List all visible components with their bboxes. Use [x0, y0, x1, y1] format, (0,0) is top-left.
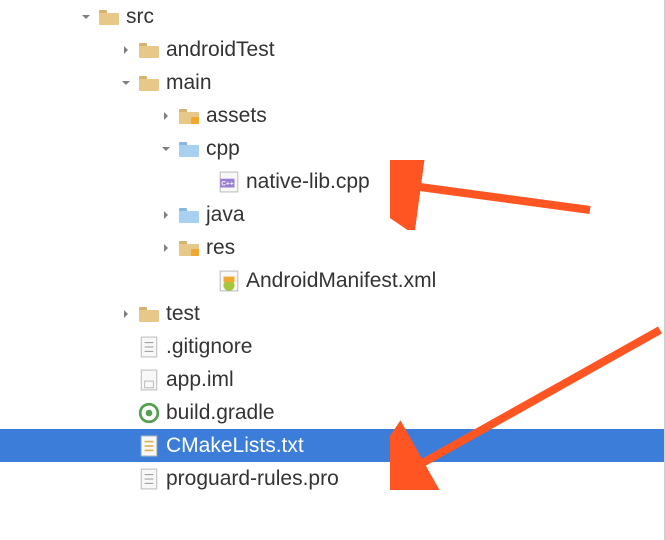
tree-label: test [166, 302, 200, 326]
tree-item-test[interactable]: test [0, 297, 666, 330]
text-file-icon [138, 337, 160, 357]
text-file-icon [138, 469, 160, 489]
tree-label: main [166, 71, 212, 95]
tree-item-src[interactable]: src [0, 0, 666, 33]
tree-item-cmakelists[interactable]: CMakeLists.txt [0, 429, 666, 462]
tree-label: androidTest [166, 38, 275, 62]
tree-item-androidtest[interactable]: androidTest [0, 33, 666, 66]
folder-source-icon [178, 139, 200, 159]
tree-label: app.iml [166, 368, 234, 392]
chevron-down-icon[interactable] [78, 9, 94, 25]
folder-icon [138, 304, 160, 324]
tree-item-cpp[interactable]: cpp [0, 132, 666, 165]
folder-resources-icon [178, 106, 200, 126]
tree-label: CMakeLists.txt [166, 434, 304, 458]
chevron-right-icon[interactable] [118, 42, 134, 58]
folder-icon [98, 7, 120, 27]
tree-item-nativelib[interactable]: C++ native-lib.cpp [0, 165, 666, 198]
tree-item-res[interactable]: res [0, 231, 666, 264]
tree-label: src [126, 5, 154, 29]
tree-label: build.gradle [166, 401, 275, 425]
folder-icon [138, 73, 160, 93]
tree-label: proguard-rules.pro [166, 467, 339, 491]
tree-item-gitignore[interactable]: .gitignore [0, 330, 666, 363]
tree-item-main[interactable]: main [0, 66, 666, 99]
iml-file-icon [138, 370, 160, 390]
tree-label: .gitignore [166, 335, 252, 359]
tree-item-assets[interactable]: assets [0, 99, 666, 132]
tree-item-proguard[interactable]: proguard-rules.pro [0, 462, 666, 495]
tree-label: native-lib.cpp [246, 170, 370, 194]
chevron-down-icon[interactable] [158, 141, 174, 157]
android-manifest-icon [218, 271, 240, 291]
chevron-right-icon[interactable] [158, 240, 174, 256]
tree-item-java[interactable]: java [0, 198, 666, 231]
chevron-right-icon[interactable] [158, 108, 174, 124]
project-tree: src androidTest main assets [0, 0, 666, 495]
folder-resources-icon [178, 238, 200, 258]
tree-label: AndroidManifest.xml [246, 269, 436, 293]
tree-label: assets [206, 104, 267, 128]
chevron-right-icon[interactable] [158, 207, 174, 223]
gradle-file-icon [138, 403, 160, 423]
tree-item-appiml[interactable]: app.iml [0, 363, 666, 396]
tree-label: res [206, 236, 235, 260]
tree-item-buildgradle[interactable]: build.gradle [0, 396, 666, 429]
tree-label: java [206, 203, 245, 227]
tree-label: cpp [206, 137, 240, 161]
chevron-down-icon[interactable] [118, 75, 134, 91]
tree-item-manifest[interactable]: AndroidManifest.xml [0, 264, 666, 297]
folder-source-icon [178, 205, 200, 225]
folder-icon [138, 40, 160, 60]
svg-text:C++: C++ [221, 180, 234, 187]
cpp-file-icon: C++ [218, 172, 240, 192]
chevron-right-icon[interactable] [118, 306, 134, 322]
text-file-icon [138, 436, 160, 456]
